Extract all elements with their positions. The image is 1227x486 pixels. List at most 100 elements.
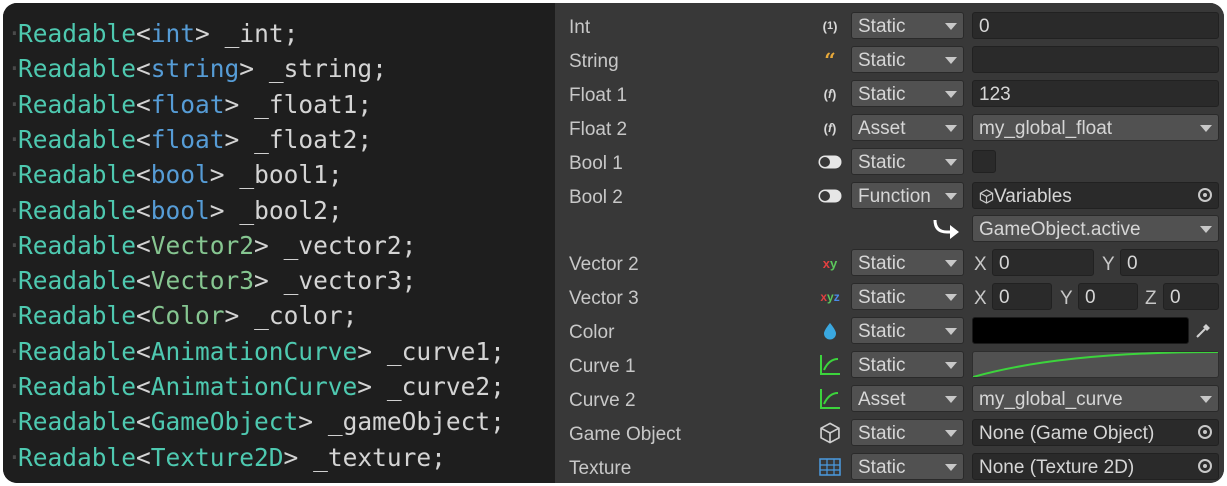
field-name: _curve2: [386, 372, 491, 401]
generic-argument: Color: [150, 301, 225, 331]
type-name: Readable: [18, 160, 137, 190]
bool2-member-dropdown[interactable]: GameObject.active: [972, 215, 1219, 242]
code-text: Readable<int> _int;: [18, 16, 298, 51]
field-name: _int: [224, 19, 284, 48]
texture-object-field[interactable]: None (Texture 2D): [972, 453, 1219, 480]
texture-icon: [817, 456, 843, 478]
bool2-object-label: Variables: [979, 183, 1072, 211]
chevron-down-icon: [945, 328, 957, 335]
field-name: _curve1: [386, 336, 491, 366]
semicolon: ;: [357, 89, 373, 119]
field-name: _bool1: [239, 160, 328, 190]
gameobject-label: Game Object: [569, 424, 681, 445]
chevron-down-icon: [945, 159, 957, 166]
code-text: Readable<Texture2D> _texture;: [18, 440, 446, 475]
vector2-x-value: 0: [999, 253, 1010, 274]
code-text: Readable<AnimationCurve> _curve2;: [18, 369, 505, 404]
string-label: String: [569, 51, 619, 72]
chevron-down-icon: [945, 91, 957, 98]
field-name: _bool2: [239, 195, 328, 225]
float2-value: my_global_float: [979, 118, 1113, 139]
bool2-member-value: GameObject.active: [979, 219, 1141, 240]
curve-icon: [817, 388, 843, 410]
object-picker-icon[interactable]: [1198, 459, 1212, 473]
int-value-field[interactable]: 0: [972, 12, 1219, 39]
generic-argument: GameObject: [150, 407, 299, 437]
generic-argument: AnimationCurve: [150, 336, 358, 366]
vector3-z-field[interactable]: 0: [1163, 283, 1219, 310]
vector2-mode-dropdown[interactable]: Static: [851, 249, 964, 276]
xy-icon: xy: [822, 255, 838, 271]
cube-icon: [979, 189, 994, 204]
code-text: Readable<AnimationCurve> _curve1;: [18, 334, 505, 369]
type-name: Readable: [18, 124, 137, 154]
float1-value-field[interactable]: 123: [972, 80, 1219, 107]
float2-asset-dropdown[interactable]: my_global_float: [972, 114, 1219, 141]
chevron-down-icon: [945, 57, 957, 64]
type-name: Readable: [18, 54, 137, 84]
angle-open: <: [136, 442, 151, 472]
vector2-x-field[interactable]: 0: [992, 249, 1094, 276]
generic-argument: bool: [150, 195, 210, 225]
int-type-icon: (1): [822, 18, 838, 34]
float2-mode-dropdown[interactable]: Asset: [851, 114, 964, 141]
bool1-mode-value: Static: [858, 152, 906, 173]
type-name: Readable: [18, 301, 137, 331]
field-name: _texture: [313, 442, 432, 472]
chevron-down-icon: [1200, 396, 1212, 403]
object-picker-icon[interactable]: [1198, 425, 1212, 439]
gameobject-mode-value: Static: [858, 423, 906, 444]
curve1-row: Curve 1 Static: [555, 348, 1224, 382]
texture-value: None (Texture 2D): [979, 457, 1135, 478]
vector3-mode-dropdown[interactable]: Static: [851, 283, 964, 310]
type-name: Readable: [18, 442, 137, 472]
semicolon: ;: [372, 54, 387, 84]
field-name: _float2: [254, 124, 358, 154]
bool1-mode-dropdown[interactable]: Static: [851, 148, 964, 175]
generic-argument: AnimationCurve: [150, 372, 358, 401]
color-mode-dropdown[interactable]: Static: [851, 317, 964, 344]
angle-close: >: [254, 266, 269, 296]
curve2-mode-dropdown[interactable]: Asset: [851, 385, 964, 412]
bool1-checkbox[interactable]: [972, 150, 996, 173]
curve2-asset-dropdown[interactable]: my_global_curve: [972, 385, 1219, 412]
type-name: Readable: [18, 372, 137, 401]
texture-row: Texture Static None (Texture 2D): [555, 450, 1224, 483]
string-mode-dropdown[interactable]: Static: [851, 46, 964, 73]
string-value-field[interactable]: [972, 46, 1219, 73]
code-text: Readable<float> _float1;: [18, 87, 372, 122]
curve1-mode-dropdown[interactable]: Static: [851, 351, 964, 378]
float1-label: Float 1: [569, 85, 628, 106]
texture-mode-dropdown[interactable]: Static: [851, 453, 964, 480]
toggle-icon: [817, 185, 843, 207]
bool2-object-field[interactable]: Variables: [972, 182, 1219, 209]
float1-mode-dropdown[interactable]: Static: [851, 80, 964, 107]
object-picker-icon[interactable]: [1198, 188, 1212, 202]
curve2-value: my_global_curve: [979, 389, 1123, 410]
generic-argument: int: [150, 19, 196, 48]
gameobject-mode-dropdown[interactable]: Static: [851, 419, 964, 446]
chevron-down-icon: [945, 294, 957, 301]
semicolon: ;: [342, 301, 358, 331]
int-mode-dropdown[interactable]: Static: [851, 12, 964, 39]
vector3-y-field[interactable]: 0: [1078, 283, 1138, 310]
type-name: Readable: [18, 195, 137, 225]
angle-open: <: [136, 372, 151, 401]
semicolon: ;: [490, 407, 505, 437]
eyedropper-icon[interactable]: [1191, 319, 1217, 341]
curve1-curve-field[interactable]: [972, 351, 1219, 378]
color-mode-value: Static: [858, 321, 906, 342]
bool2-mode-dropdown[interactable]: Function: [851, 182, 964, 209]
angle-close: >: [224, 124, 240, 154]
code-text: Readable<bool> _bool1;: [18, 157, 343, 192]
gameobject-object-field[interactable]: None (Game Object): [972, 419, 1219, 446]
generic-argument: float: [150, 89, 225, 119]
vector3-x-field[interactable]: 0: [992, 283, 1052, 310]
vector3-z-value: 0: [1170, 287, 1181, 308]
vector2-y-field[interactable]: 0: [1120, 249, 1219, 276]
bool2-mode-value: Function: [858, 186, 931, 207]
type-name: Readable: [18, 230, 137, 260]
color-swatch[interactable]: [972, 317, 1189, 344]
